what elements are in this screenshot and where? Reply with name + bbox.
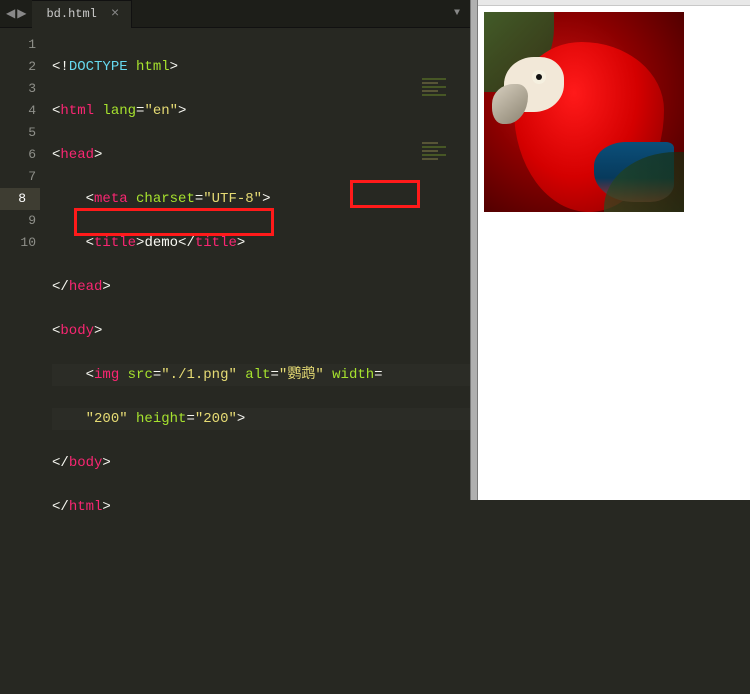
code-line: <img src="./1.png" alt="鹦鹉" width= [52, 364, 470, 386]
code-line: </html> [52, 496, 470, 518]
line-gutter: 1 2 3 4 5 6 7 8 9 10 [0, 28, 46, 694]
code-line: "200" height="200"> [52, 408, 470, 430]
line-number: 2 [0, 56, 36, 78]
close-icon[interactable]: × [111, 7, 119, 21]
preview-image [484, 12, 684, 212]
code-content[interactable]: <!DOCTYPE html> <html lang="en"> <head> … [46, 28, 470, 694]
line-number: 1 [0, 34, 36, 56]
code-line: </head> [52, 276, 470, 298]
tab-file[interactable]: bd.html × [32, 0, 132, 28]
line-number: 6 [0, 144, 36, 166]
line-number: 7 [0, 166, 36, 188]
code-line: <head> [52, 144, 470, 166]
browser-content [478, 6, 750, 500]
line-number: 9 [0, 210, 36, 232]
tab-label: bd.html [46, 7, 96, 21]
line-number: 5 [0, 122, 36, 144]
nav-back-icon[interactable]: ◀ [6, 6, 15, 21]
line-number: 8 [0, 188, 40, 210]
pane-splitter[interactable] [470, 0, 478, 500]
line-number: 4 [0, 100, 36, 122]
code-line: <!DOCTYPE html> [52, 56, 470, 78]
code-line: <meta charset="UTF-8"> [52, 188, 470, 210]
code-line: <html lang="en"> [52, 100, 470, 122]
browser-preview-pane [478, 0, 750, 500]
line-number: 10 [0, 232, 36, 254]
code-line: <body> [52, 320, 470, 342]
code-line: </body> [52, 452, 470, 474]
line-number: 3 [0, 78, 36, 100]
tab-dropdown-icon[interactable]: ▼ [444, 8, 470, 19]
tab-nav: ◀ ▶ [0, 6, 32, 21]
minimap[interactable] [422, 34, 462, 94]
editor-pane: ◀ ▶ bd.html × ▼ 1 2 3 4 5 6 7 8 9 10 <!D… [0, 0, 470, 500]
tab-bar: ◀ ▶ bd.html × ▼ [0, 0, 470, 28]
code-area[interactable]: 1 2 3 4 5 6 7 8 9 10 <!DOCTYPE html> <ht… [0, 28, 470, 694]
nav-forward-icon[interactable]: ▶ [17, 6, 26, 21]
parrot-pupil-shape [536, 74, 542, 80]
code-line: <title>demo</title> [52, 232, 470, 254]
